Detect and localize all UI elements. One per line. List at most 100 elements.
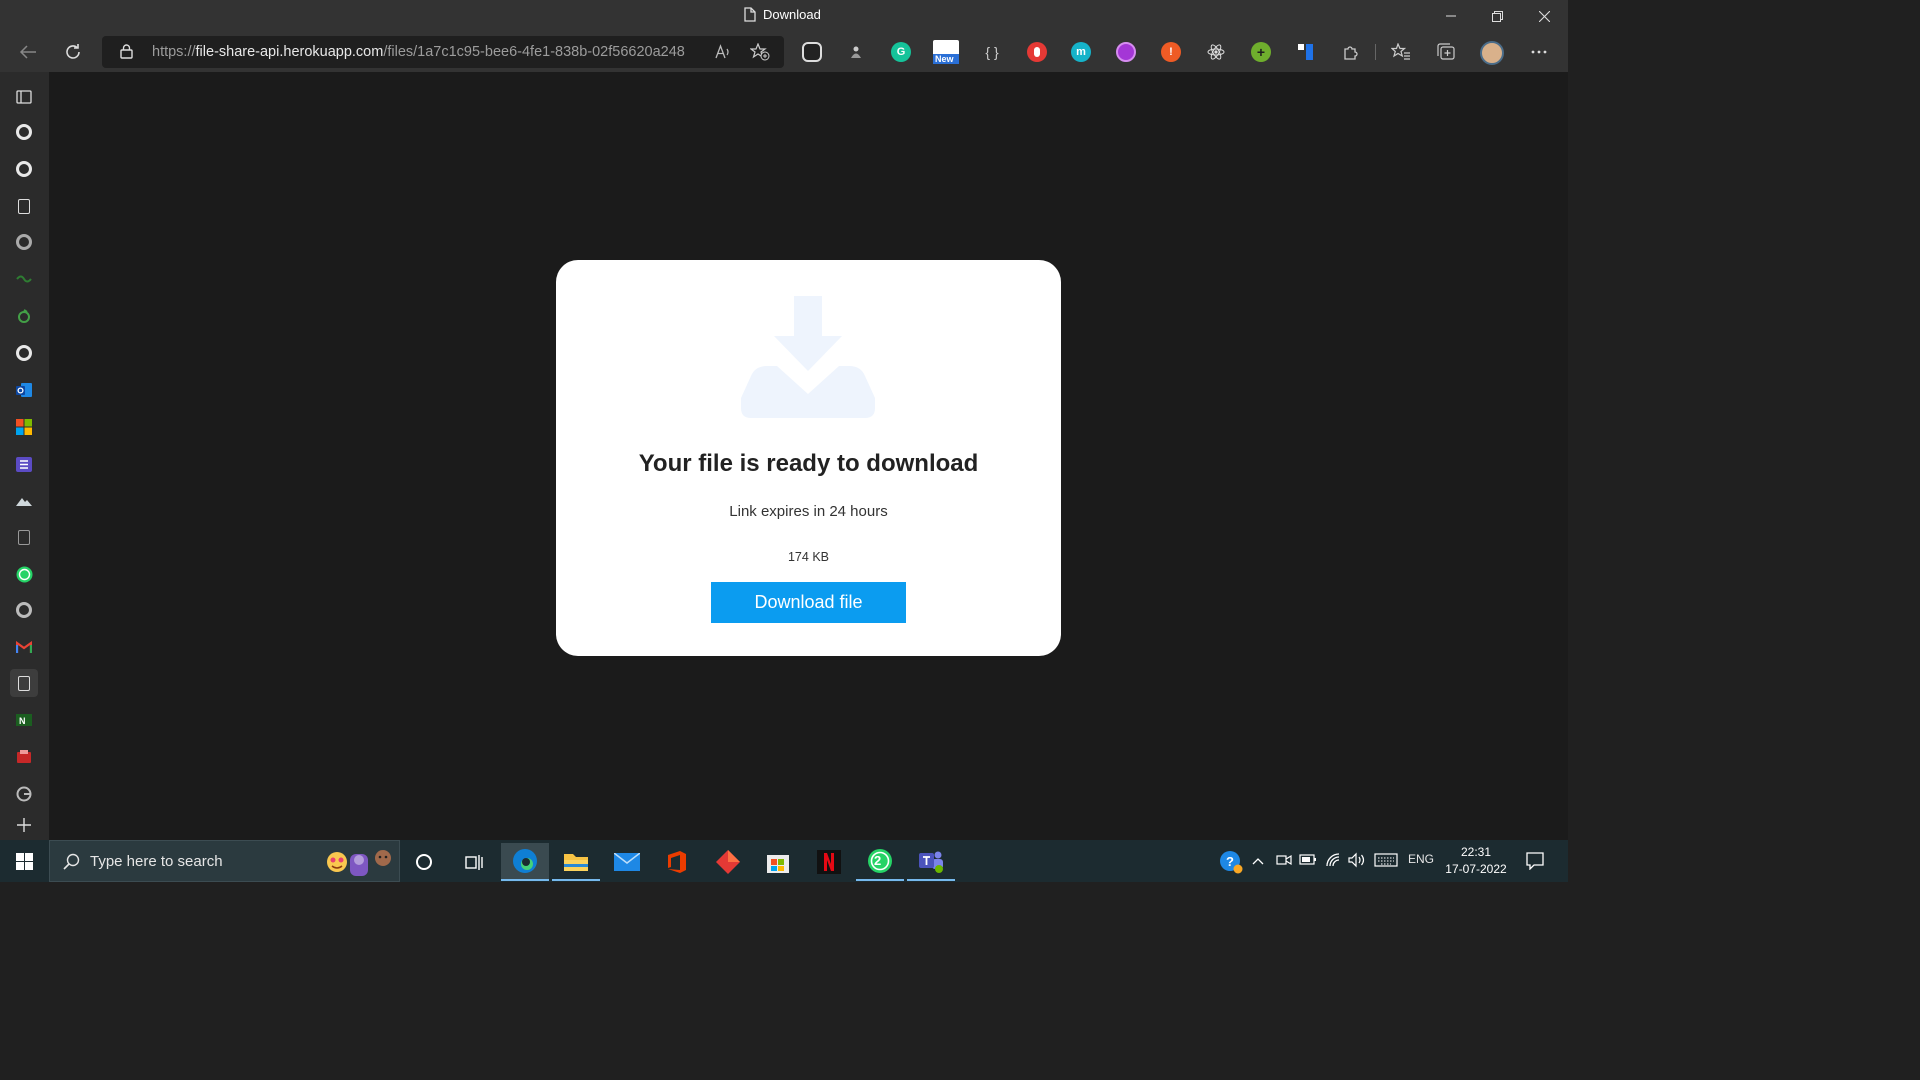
taskbar-netflix[interactable] [805,843,853,881]
notification-icon [1526,852,1544,871]
sidebar-tab-document-active[interactable] [10,669,38,697]
clock-date: 17-07-2022 [1445,862,1507,876]
url-scheme: https:// [152,44,196,60]
file-size: 174 KB [787,550,829,564]
meet-now-icon[interactable] [1276,853,1292,870]
tab-actions-button[interactable] [10,83,38,111]
taskbar-teams[interactable] [907,843,955,881]
new-tab-button[interactable] [10,811,38,839]
sidebar-tab-github-4[interactable] [10,339,38,367]
teams-icon [919,851,943,873]
extensions-button[interactable] [1336,38,1366,66]
m-extension-icon[interactable]: m [1071,42,1091,62]
taskbar-mail[interactable] [603,843,651,881]
title-bar: Download [0,0,1568,32]
mountain-icon [16,498,32,506]
address-bar[interactable]: https://file-share-api.herokuapp.com/fil… [102,36,784,68]
sidebar-tab-whatsapp[interactable] [10,560,38,588]
close-button[interactable] [1521,0,1568,32]
minimize-button[interactable] [1427,0,1474,32]
download-card: Your file is ready to download Link expi… [556,260,1061,656]
minimize-icon [1445,15,1456,17]
lock-icon[interactable] [120,44,133,59]
taskbar-search-box[interactable]: Type here to search [49,840,400,882]
sidebar-tab-outlook[interactable] [10,376,38,404]
refresh-button[interactable] [58,38,88,66]
page-content: Your file is ready to download Link expi… [49,72,1568,840]
volume-icon[interactable] [1348,852,1366,871]
json-formatter-icon[interactable]: { } [982,42,1002,62]
sidebar-tab-github-5[interactable] [10,596,38,624]
sidebar-tab-forms[interactable] [10,450,38,478]
restore-icon [1492,10,1503,22]
trello-icon[interactable] [1296,42,1316,62]
search-placeholder: Type here to search [90,853,223,870]
sidebar-tab-github-1[interactable] [10,118,38,146]
taskbar-file-explorer[interactable] [552,843,600,881]
vertical-tabs-sidebar: N [0,72,49,840]
start-button[interactable] [0,840,49,882]
hand-extension-icon[interactable] [1027,42,1047,62]
collections-button[interactable] [1431,38,1461,66]
input-language[interactable]: ENG [1408,852,1434,866]
alert-extension-icon[interactable]: ! [1161,42,1181,62]
new-extension-icon[interactable]: New [933,40,959,64]
show-hidden-icons-button[interactable] [1252,854,1264,868]
github-icon [16,602,32,618]
gmail-icon [16,641,32,653]
purple-extension-icon[interactable] [1116,42,1136,62]
tab-title-text: Download [763,7,821,22]
outlook-icon [16,383,32,397]
sidebar-tab-document-1[interactable] [10,192,38,220]
favorites-button[interactable] [1386,38,1416,66]
github-icon [16,345,32,361]
favorites-icon [1391,43,1410,60]
screen-capture-icon[interactable] [802,42,822,62]
sidebar-tab-landscape[interactable] [10,487,38,515]
back-button[interactable] [13,38,43,66]
whatsapp-badge: 2 [874,853,882,868]
taskbar-edge[interactable] [501,843,549,881]
sidebar-tab-microsoft[interactable] [10,413,38,441]
download-file-button[interactable]: Download file [711,582,906,623]
n-app-icon: N [16,714,32,726]
wifi-icon[interactable] [1325,852,1343,871]
sidebar-tab-github-3[interactable] [10,228,38,256]
expiry-text: Link expires in 24 hours [729,503,888,520]
add-favorite-button[interactable] [749,42,771,62]
sidebar-tab-document-2[interactable] [10,523,38,551]
url-text[interactable]: https://file-share-api.herokuapp.com/fil… [152,44,685,60]
search-icon [63,853,80,870]
sidebar-tab-pdf[interactable] [10,743,38,771]
anchor-extension-icon[interactable] [846,42,866,62]
grammarly-icon[interactable]: G [891,42,911,62]
plus-extension-icon[interactable]: + [1251,42,1271,62]
taskbar-office[interactable] [653,843,701,881]
url-host: file-share-api.herokuapp.com [195,44,384,60]
clock[interactable]: 22:31 17-07-2022 [1440,844,1512,878]
sidebar-tab-green-2[interactable] [10,302,38,330]
profile-avatar[interactable] [1480,41,1504,65]
task-view-button[interactable] [450,843,498,881]
react-devtools-icon[interactable] [1206,42,1226,62]
taskbar-whatsapp[interactable]: 2 [856,843,904,881]
sidebar-tab-n[interactable]: N [10,706,38,734]
battery-icon[interactable] [1299,854,1317,868]
github-icon [16,124,32,140]
mail-icon [614,853,640,871]
sidebar-tab-gmail[interactable] [10,633,38,661]
cortana-button[interactable] [400,843,448,881]
taskbar-store[interactable] [754,843,802,881]
settings-menu-button[interactable] [1524,38,1554,66]
restore-button[interactable] [1474,0,1521,32]
star-plus-icon [750,43,770,61]
help-tray-icon[interactable]: ? [1219,850,1243,877]
read-aloud-button[interactable] [712,42,734,62]
notifications-button[interactable] [1526,852,1544,873]
window-title: Download [744,7,821,22]
touch-keyboard-icon[interactable] [1374,853,1398,870]
taskbar-red-app[interactable] [704,843,752,881]
sidebar-tab-google[interactable] [10,780,38,808]
sidebar-tab-github-2[interactable] [10,155,38,183]
sidebar-tab-green-1[interactable] [10,265,38,293]
